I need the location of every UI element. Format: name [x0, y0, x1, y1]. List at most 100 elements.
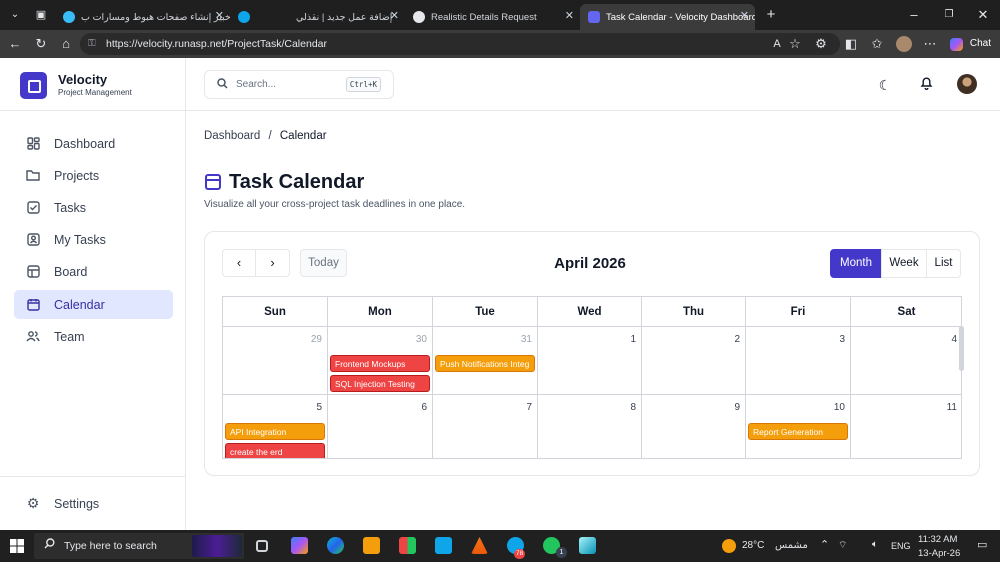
day-number[interactable]: 6 — [421, 402, 427, 413]
browser-tab[interactable]: خبير إنشاء صفحات هبوط ومسارات ب ✕ — [55, 4, 230, 30]
day-number[interactable]: 8 — [630, 402, 636, 413]
day-number[interactable]: 7 — [526, 402, 532, 413]
clock-date[interactable]: 13-Apr-26 — [918, 548, 960, 559]
calendar-event[interactable]: Report Generation — [748, 423, 848, 440]
sidebar-item-settings[interactable]: ⚙ Settings — [14, 489, 173, 518]
sidebar-item-dashboard[interactable]: Dashboard — [14, 129, 173, 158]
network-icon[interactable]: ⌔ — [838, 539, 847, 552]
day-cell[interactable]: 11 — [851, 395, 961, 458]
prev-month-button[interactable]: ‹ — [222, 249, 256, 277]
tab-close-icon[interactable]: ✕ — [740, 9, 749, 22]
day-cell[interactable]: 1 — [538, 327, 642, 395]
next-month-button[interactable]: › — [255, 249, 290, 277]
day-number[interactable]: 11 — [947, 402, 957, 413]
weather-sun-icon[interactable] — [722, 539, 736, 553]
calendar-event[interactable]: SQL Injection Testing — [330, 375, 430, 392]
search-input[interactable]: Search... Ctrl+K — [204, 70, 394, 99]
sidebar-item-board[interactable]: Board — [14, 257, 173, 286]
favorite-star-icon[interactable]: ☆ — [786, 35, 804, 53]
day-cell[interactable]: 5 API Integration create the erd — [223, 395, 328, 458]
calendar-event[interactable]: create the erd — [225, 443, 325, 458]
day-number[interactable]: 4 — [951, 334, 957, 345]
more-menu-icon[interactable]: ⋯ — [921, 35, 939, 53]
browser-tab-active[interactable]: Task Calendar - Velocity Dashboard ✕ — [580, 4, 755, 30]
edge-browser-icon[interactable] — [327, 537, 344, 554]
split-screen-icon[interactable]: ◧ — [842, 35, 860, 53]
day-cell[interactable]: 8 — [538, 395, 642, 458]
clock-time[interactable]: 11:32 AM — [918, 534, 957, 545]
copilot-chat-button[interactable]: Chat — [947, 35, 995, 53]
day-cell[interactable]: 31 Push Notifications Integ — [433, 327, 538, 395]
day-number[interactable]: 10 — [834, 402, 845, 413]
day-number[interactable]: 30 — [416, 334, 427, 345]
day-number[interactable]: 5 — [316, 402, 322, 413]
minimize-icon[interactable]: – — [905, 6, 923, 24]
calendar-scrollbar[interactable] — [959, 326, 964, 371]
url-field[interactable]: ⚿ https://velocity.runasp.net/ProjectTas… — [80, 33, 840, 55]
sidebar-item-my-tasks[interactable]: My Tasks — [14, 225, 173, 254]
calendar-event[interactable]: Push Notifications Integ — [435, 355, 535, 372]
velocity-logo[interactable] — [20, 72, 47, 99]
close-window-icon[interactable]: ✕ — [974, 6, 992, 24]
day-number[interactable]: 31 — [521, 334, 532, 345]
tab-actions-icon[interactable]: ⌄ — [6, 6, 24, 24]
workspaces-icon[interactable]: ▣ — [32, 6, 50, 24]
tab-close-icon[interactable]: ✕ — [390, 9, 399, 22]
user-avatar[interactable] — [957, 74, 977, 94]
restore-icon[interactable]: ❐ — [940, 6, 958, 24]
back-icon[interactable]: ← — [6, 35, 24, 53]
day-cell[interactable]: 6 — [328, 395, 433, 458]
sidebar-item-tasks[interactable]: Tasks — [14, 193, 173, 222]
browser-tab[interactable]: إضافة عمل جديد | نقذلي ✕ — [230, 4, 405, 30]
file-explorer-icon[interactable] — [363, 537, 380, 554]
tab-close-icon[interactable]: ✕ — [215, 9, 224, 22]
notes-app-icon[interactable] — [579, 537, 596, 554]
day-cell[interactable]: 29 — [223, 327, 328, 395]
day-cell[interactable]: 9 — [642, 395, 746, 458]
day-cell[interactable]: 3 — [746, 327, 851, 395]
day-number[interactable]: 9 — [734, 402, 740, 413]
day-cell[interactable]: 30 Frontend Mockups SQL Injection Testing — [328, 327, 433, 395]
taskbar-search-input[interactable]: Type here to search — [34, 533, 244, 559]
day-cell[interactable]: 10 Report Generation — [746, 395, 851, 458]
vlc-icon[interactable] — [471, 537, 488, 554]
volume-icon[interactable]: 🔈︎ — [872, 539, 878, 550]
notification-bell-icon[interactable] — [917, 76, 935, 94]
notifications-icon[interactable]: ▭ — [977, 538, 987, 551]
day-number[interactable]: 3 — [839, 334, 845, 345]
today-button[interactable]: Today — [300, 249, 347, 277]
read-aloud-icon[interactable]: A — [768, 35, 786, 53]
microsoft-store-icon[interactable] — [399, 537, 416, 554]
sidebar-item-projects[interactable]: Projects — [14, 161, 173, 190]
windows-start-icon[interactable] — [10, 539, 24, 553]
calendar-event[interactable]: Frontend Mockups — [330, 355, 430, 372]
calendar-event[interactable]: API Integration — [225, 423, 325, 440]
site-info-icon[interactable]: ⚿ — [88, 33, 96, 55]
home-icon[interactable]: ⌂ — [57, 35, 75, 53]
outlook-icon[interactable] — [435, 537, 452, 554]
tab-close-icon[interactable]: ✕ — [565, 9, 574, 22]
sidebar-item-team[interactable]: Team — [14, 322, 173, 351]
tray-chevron-up-icon[interactable]: ⌃ — [820, 538, 829, 551]
day-cell[interactable]: 7 — [433, 395, 538, 458]
day-number[interactable]: 2 — [734, 334, 740, 345]
view-month-button[interactable]: Month — [830, 249, 882, 278]
view-week-button[interactable]: Week — [881, 249, 927, 278]
dark-mode-moon-icon[interactable]: ☾ — [876, 76, 894, 94]
day-number[interactable]: 1 — [630, 334, 636, 345]
favorites-icon[interactable]: ✩ — [868, 35, 886, 53]
day-cell[interactable]: 2 — [642, 327, 746, 395]
profile-avatar[interactable] — [896, 36, 912, 52]
day-cell[interactable]: 4 — [851, 327, 961, 395]
refresh-icon[interactable]: ↻ — [32, 35, 50, 53]
view-list-button[interactable]: List — [926, 249, 961, 278]
breadcrumb-link-dashboard[interactable]: Dashboard — [204, 130, 260, 142]
day-number[interactable]: 29 — [311, 334, 322, 345]
sidebar-item-calendar[interactable]: Calendar — [14, 290, 173, 319]
copilot-taskbar-icon[interactable] — [291, 537, 308, 554]
task-view-icon[interactable] — [256, 540, 268, 552]
keyboard-language[interactable]: ENG — [891, 541, 911, 551]
new-tab-icon[interactable]: + — [762, 6, 780, 24]
browser-tab[interactable]: Realistic Details Request ✕ — [405, 4, 580, 30]
extensions-icon[interactable]: ⚙ — [812, 35, 830, 53]
